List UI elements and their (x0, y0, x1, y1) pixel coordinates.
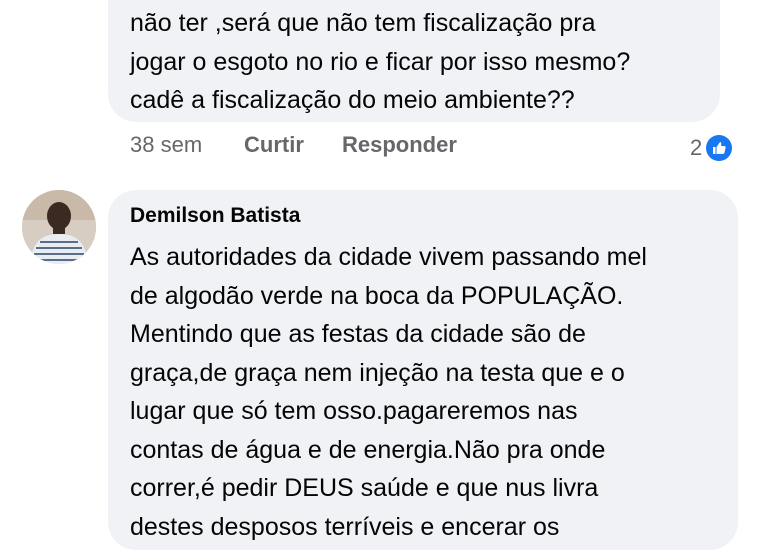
comment-line: graça,de graça nem injeção na testa que … (130, 358, 625, 387)
comment-line: jogar o esgoto no rio e ficar por isso m… (130, 47, 631, 76)
comment-line: As autoridades da cidade vivem passando … (130, 243, 647, 271)
comment-bubble: não ter ,será que não tem fiscalização p… (108, 0, 720, 122)
comment-text: não ter ,será que não tem fiscalização p… (130, 3, 630, 119)
comment-line: Mentindo que as festas da cidade são de (130, 320, 586, 348)
comment-timestamp[interactable]: 38 sem (130, 132, 202, 158)
reaction-summary[interactable]: 2 (690, 132, 733, 164)
comment-line: lugar que só tem osso.pagareremos nas (130, 397, 578, 425)
comment-line: destes desposos terríveis e encerar os (130, 512, 560, 541)
reaction-count: 2 (690, 135, 703, 160)
comment-line: não ter ,será que não tem fiscalização p… (130, 9, 596, 37)
comment-line: contas de água e de energia.Não pra onde (130, 435, 606, 464)
comment-line: correr,é pedir DEUS saúde e que nus livr… (130, 474, 599, 502)
avatar[interactable] (22, 190, 96, 264)
comment-line: cadê a fiscalização do meio ambiente?? (130, 86, 575, 114)
comment-text: As autoridades da cidade vivem passando … (130, 238, 647, 546)
comment-author[interactable]: Demilson Batista (130, 204, 300, 228)
reply-button[interactable]: Responder (342, 132, 457, 158)
comment-bubble: Demilson Batista As autoridades da cidad… (108, 190, 738, 550)
like-icon (706, 135, 733, 161)
comment-line: de algodão verde na boca da POPULAÇÃO. (130, 281, 624, 310)
like-button[interactable]: Curtir (244, 132, 304, 158)
